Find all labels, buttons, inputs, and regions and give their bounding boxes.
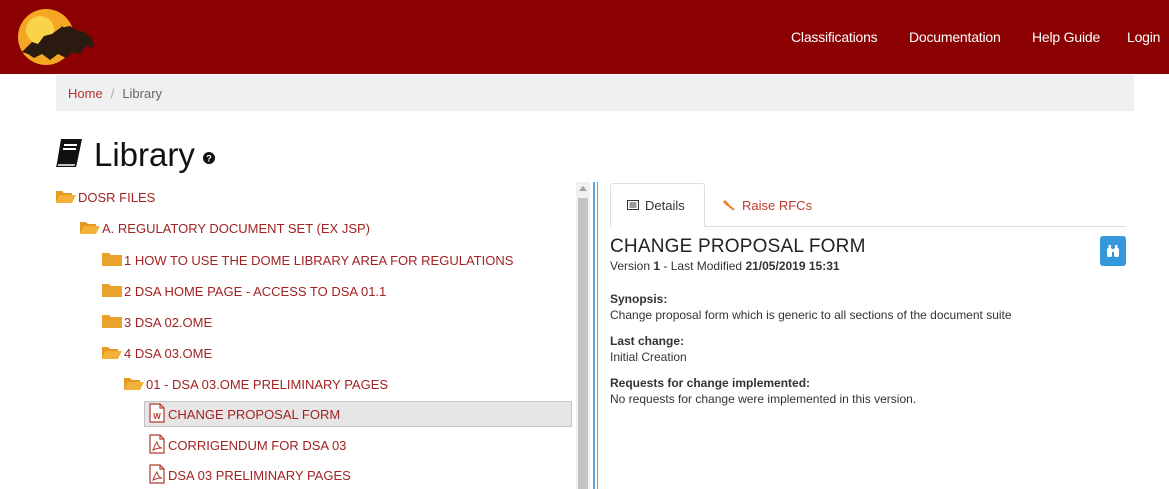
folder-open-icon <box>56 189 76 206</box>
page-title: Library <box>94 136 195 173</box>
nav-link-help-guide[interactable]: Help Guide <box>1032 29 1100 45</box>
folder-open-icon <box>80 220 100 237</box>
document-title: CHANGE PROPOSAL FORM <box>610 236 866 257</box>
folder-icon <box>102 282 122 300</box>
panel-divider-line <box>597 182 598 489</box>
tree-node-label: 01 - DSA 03.OME PRELIMINARY PAGES <box>146 376 389 392</box>
tree-node-label: DOSR FILES <box>78 189 156 205</box>
library-tree: DOSR FILES A. REGULATORY DOCUMENT SET (E… <box>56 182 576 489</box>
tree-node-change-proposal-form[interactable]: W CHANGE PROPOSAL FORM <box>144 401 572 427</box>
nav-link-classifications[interactable]: Classifications <box>791 29 878 45</box>
breadcrumb-home-link[interactable]: Home <box>68 86 103 101</box>
tree-node-label: CHANGE PROPOSAL FORM <box>168 406 341 422</box>
tree-node-label: DSA 03 PRELIMINARY PAGES <box>168 467 351 483</box>
tree-node-regulatory-set[interactable]: A. REGULATORY DOCUMENT SET (EX JSP) <box>80 215 370 241</box>
rfc-label: Requests for change implemented: <box>610 376 811 390</box>
last-change-value: Initial Creation <box>610 350 687 364</box>
scroll-up-arrow-icon[interactable] <box>579 186 587 191</box>
tree-node-label: 1 HOW TO USE THE DOME LIBRARY AREA FOR R… <box>124 252 514 268</box>
tree-node-corrigendum[interactable]: CORRIGENDUM FOR DSA 03 <box>148 432 346 458</box>
document-version: Version 1 - Last Modified 21/05/2019 15:… <box>610 259 1126 273</box>
version-prefix: Version <box>610 259 651 273</box>
nav-item-help-guide[interactable]: Help Guide <box>1032 0 1100 74</box>
svg-text:?: ? <box>206 154 212 164</box>
tab-raise-rfcs[interactable]: Raise RFCs <box>722 183 812 227</box>
tree-node-how-to-use[interactable]: 1 HOW TO USE THE DOME LIBRARY AREA FOR R… <box>102 247 513 273</box>
tree-node-label: CORRIGENDUM FOR DSA 03 <box>168 437 347 453</box>
gavel-icon <box>723 200 735 211</box>
tree-node-label: 3 DSA 02.OME <box>124 314 213 330</box>
tree-node-label: 4 DSA 03.OME <box>124 345 213 361</box>
tab-details[interactable]: Details <box>610 183 705 227</box>
site-logo[interactable] <box>14 8 98 66</box>
panel-divider[interactable] <box>593 182 595 489</box>
rfc-value: No requests for change were implemented … <box>610 392 917 406</box>
pdf-doc-icon <box>148 433 166 457</box>
tree-scrollbar[interactable] <box>576 182 590 489</box>
modified-prefix: - Last Modified <box>663 259 743 273</box>
list-icon <box>627 200 639 210</box>
word-doc-icon: W <box>148 402 166 426</box>
folder-icon <box>102 251 122 269</box>
folder-icon <box>102 313 122 331</box>
book-icon <box>54 137 84 174</box>
tree-node-label: 2 DSA HOME PAGE - ACCESS TO DSA 01.1 <box>124 283 387 299</box>
folder-open-icon <box>102 345 122 362</box>
tree-node-dsa-03[interactable]: 4 DSA 03.OME <box>102 340 212 366</box>
tree-node-preliminary-pages[interactable]: 01 - DSA 03.OME PRELIMINARY PAGES <box>124 371 388 397</box>
nav-item-documentation[interactable]: Documentation <box>909 0 1001 74</box>
tree-node-dsa-03-preliminary[interactable]: DSA 03 PRELIMINARY PAGES <box>148 462 351 488</box>
nav-link-documentation[interactable]: Documentation <box>909 29 1001 45</box>
breadcrumb: Home / Library <box>56 75 1134 111</box>
help-icon[interactable]: ? <box>202 151 215 169</box>
tree-node-dsa-02[interactable]: 3 DSA 02.OME <box>102 309 212 335</box>
pdf-doc-icon <box>148 463 166 487</box>
nav-item-login[interactable]: Login <box>1127 0 1160 74</box>
synopsis-label: Synopsis: <box>610 292 668 306</box>
last-change-label: Last change: <box>610 334 685 348</box>
view-document-button[interactable] <box>1100 236 1126 266</box>
tree-node-dsa-home[interactable]: 2 DSA HOME PAGE - ACCESS TO DSA 01.1 <box>102 278 386 304</box>
document-details: CHANGE PROPOSAL FORM Version 1 - Last Mo… <box>610 236 1126 406</box>
version-number: 1 <box>653 259 661 273</box>
tree-node-label: A. REGULATORY DOCUMENT SET (EX JSP) <box>102 220 371 236</box>
top-navbar: Classifications Documentation Help Guide… <box>0 0 1169 74</box>
modified-date: 21/05/2019 15:31 <box>745 259 840 273</box>
nav-item-classifications[interactable]: Classifications <box>791 0 878 74</box>
folder-open-icon <box>124 376 144 393</box>
breadcrumb-separator: / <box>110 85 115 101</box>
scroll-thumb[interactable] <box>578 198 588 489</box>
nav-link-login[interactable]: Login <box>1127 29 1160 45</box>
breadcrumb-current: Library <box>122 85 163 101</box>
synopsis-value: Change proposal form which is generic to… <box>610 308 1012 322</box>
tab-raise-rfcs-label: Raise RFCs <box>742 197 813 213</box>
page-title-area: Library ? <box>54 134 215 176</box>
detail-tabs: Details Raise RFCs <box>610 183 1126 227</box>
svg-text:W: W <box>153 412 161 421</box>
tree-node-dosr-files[interactable]: DOSR FILES <box>56 184 155 210</box>
binoculars-icon <box>1107 245 1119 257</box>
tab-details-label: Details <box>645 197 685 213</box>
